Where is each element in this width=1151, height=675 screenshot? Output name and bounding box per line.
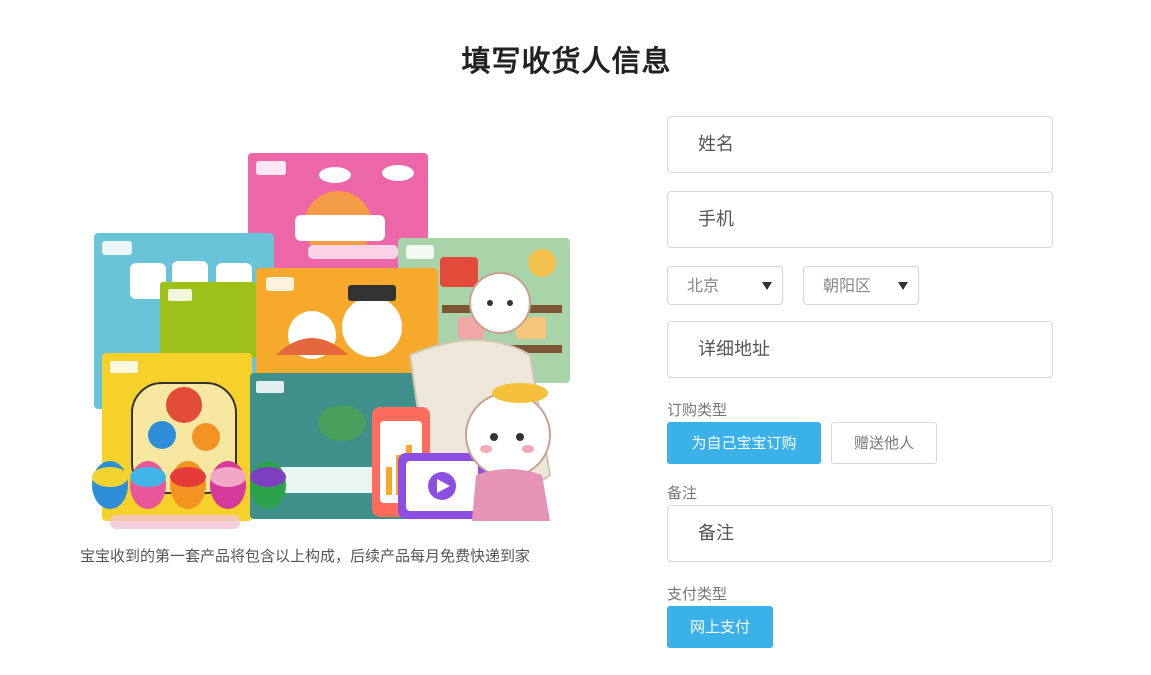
- address-input[interactable]: [668, 322, 1052, 377]
- district-select[interactable]: 朝阳区: [803, 266, 919, 305]
- remark-label: 备注: [667, 484, 698, 502]
- district-select-value: 朝阳区: [823, 276, 872, 295]
- order-self-button[interactable]: 为自己宝宝订购: [667, 422, 821, 464]
- payment-type-label: 支付类型: [667, 585, 728, 603]
- product-bundle-image: [80, 145, 590, 535]
- product-caption: 宝宝收到的第一套产品将包含以上构成，后续产品每月免费快递到家: [80, 547, 531, 565]
- online-payment-button[interactable]: 网上支付: [667, 606, 773, 648]
- city-select-value: 北京: [687, 276, 720, 295]
- city-select[interactable]: 北京: [667, 266, 783, 305]
- remark-field[interactable]: [667, 505, 1053, 562]
- address-field[interactable]: [667, 321, 1053, 378]
- phone-field[interactable]: [667, 191, 1053, 248]
- name-input[interactable]: [668, 117, 1052, 172]
- remark-input[interactable]: [668, 506, 1052, 561]
- page-title: 填写收货人信息: [461, 44, 672, 78]
- order-type-label: 订购类型: [667, 401, 728, 419]
- phone-input[interactable]: [668, 192, 1052, 247]
- name-field[interactable]: [667, 116, 1053, 173]
- chevron-down-icon: [898, 282, 908, 290]
- order-gift-button[interactable]: 赠送他人: [831, 422, 937, 464]
- order-form-page: 填写收货人信息 宝宝收到的第一套产品将包含以上构成，后续产品每月免费快递到家 姓…: [0, 0, 1151, 675]
- chevron-down-icon: [762, 282, 772, 290]
